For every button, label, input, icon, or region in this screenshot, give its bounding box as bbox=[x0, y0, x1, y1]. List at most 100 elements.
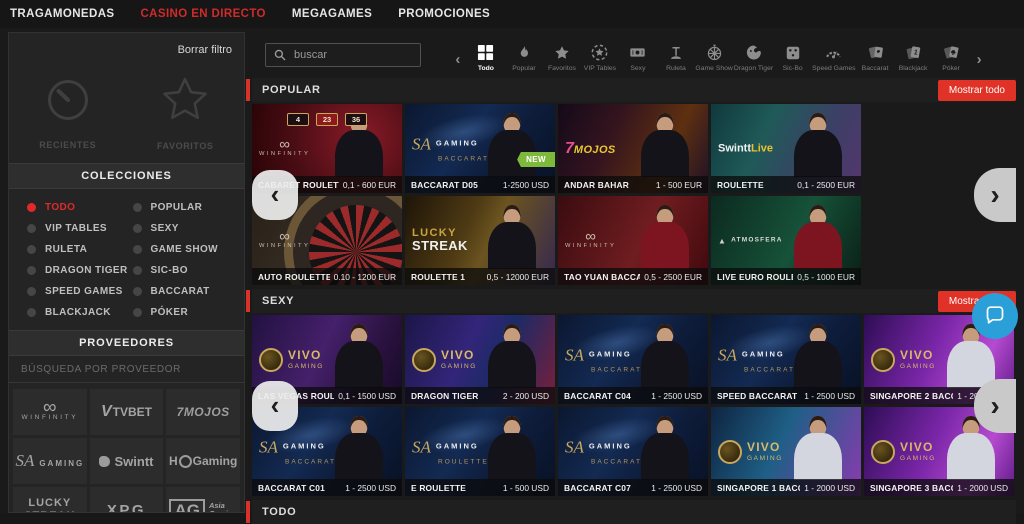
provider-logo-vivo: VIVO GAMING bbox=[259, 347, 324, 372]
provider-logo-vivo: VIVO GAMING bbox=[412, 347, 477, 372]
game-card[interactable]: 7MOJOS ANDAR BAHAR 1 - 500 EUR bbox=[558, 104, 708, 193]
dealer-silhouette bbox=[481, 200, 543, 270]
game-stakes: 0,5 - 2500 EUR bbox=[644, 271, 702, 282]
show-all-button[interactable]: Mostrar todo bbox=[937, 79, 1016, 101]
provider-tile-mojos[interactable]: 7MOJOS bbox=[166, 389, 240, 435]
category-item-dragon-tiger[interactable]: Dragon Tiger bbox=[734, 44, 773, 72]
category-next-icon[interactable]: › bbox=[971, 44, 988, 67]
category-item-póker[interactable]: Póker bbox=[933, 44, 970, 72]
collection-label: RULETA bbox=[45, 243, 88, 255]
category-label: Speed Games bbox=[812, 65, 856, 72]
provider-tile-xpg[interactable]: XPG bbox=[89, 487, 164, 512]
category-item-blackjack[interactable]: 1 Blackjack bbox=[895, 44, 932, 72]
game-card[interactable]: SA GAMING BACCARAT BACCARAT C07 1 - 2500 U… bbox=[558, 407, 708, 496]
top-nav-items: TRAGAMONEDAS CASINO EN DIRECTO MEGAGAMES… bbox=[10, 8, 490, 20]
carousel-next-button[interactable]: › bbox=[974, 378, 1016, 433]
game-card[interactable]: SAGAMINGBACCARAT SPEED BACCARAT C08 1 - … bbox=[711, 315, 861, 404]
game-label-bar: ROULETTE 0,1 - 2500 EUR bbox=[711, 176, 861, 193]
game-card[interactable]: ▲ATMOSFERA LIVE EURO ROULETTE 0,5 - 1000… bbox=[711, 196, 861, 285]
collection-label: SPEED GAMES bbox=[45, 285, 123, 297]
radio-bullet-icon bbox=[27, 265, 36, 275]
game-label-bar: AUTO ROULETTE 0.10 - 1200 EUR bbox=[252, 268, 402, 285]
carousel-prev-button[interactable]: ‹ bbox=[252, 380, 298, 431]
game-card[interactable]: LUCKY STREAK ROULETTE 1 0,5 - 12000 EUR bbox=[405, 196, 555, 285]
game-name: E ROULETTE bbox=[411, 482, 467, 493]
provider-tile-ag[interactable]: AGAsiaGaming bbox=[166, 487, 240, 512]
providers-grid: ∞ WINFINITY VTVBET 7MOJOS SA GAMING Swintt H Gam… bbox=[9, 383, 244, 512]
collection-item[interactable]: DRAGON TIGER bbox=[27, 264, 133, 276]
nav-item[interactable]: MEGAGAMES bbox=[292, 8, 372, 20]
game-section-popular: POPULAR Mostrar todo ∞WINFINITY42336 CAB… bbox=[246, 78, 1016, 285]
collection-item[interactable]: RULETA bbox=[27, 243, 133, 255]
game-stakes: 0,5 - 12000 EUR bbox=[486, 271, 549, 282]
search-box bbox=[265, 43, 421, 67]
collection-item[interactable]: SPEED GAMES bbox=[27, 285, 133, 297]
collection-item[interactable]: SEXY bbox=[132, 222, 239, 234]
category-item-game-show[interactable]: Game Show bbox=[695, 44, 733, 72]
favorites-filter-tile[interactable]: FAVORITOS bbox=[127, 63, 245, 163]
collection-item[interactable]: POPULAR bbox=[132, 201, 239, 213]
category-item-popular[interactable]: Popular bbox=[505, 44, 542, 72]
category-label: Baccarat bbox=[861, 65, 889, 72]
category-item-favoritos[interactable]: Favoritos bbox=[543, 44, 580, 72]
game-label-bar: DRAGON TIGER 2 - 200 USD bbox=[405, 387, 555, 404]
radio-bullet-icon bbox=[132, 244, 142, 254]
radio-bullet-icon bbox=[132, 265, 142, 275]
collection-item[interactable]: TODO bbox=[27, 201, 133, 213]
provider-logo-winfinity: ∞ WINFINITY bbox=[565, 227, 617, 249]
game-card[interactable]: SA GAMING ROULETTE E ROULETTE 1 - 500 USD bbox=[405, 407, 555, 496]
game-card[interactable]: SwinttLive ROULETTE 0,1 - 2500 EUR bbox=[711, 104, 861, 193]
game-card[interactable]: ∞WINFINITY TAO YUAN BACCARA... 0,5 - 250… bbox=[558, 196, 708, 285]
category-prev-icon[interactable]: ‹ bbox=[449, 44, 466, 67]
top-nav: TRAGAMONEDAS CASINO EN DIRECTO MEGAGAMES… bbox=[0, 0, 1024, 28]
game-stakes: 1 - 2500 USD bbox=[345, 482, 396, 493]
collection-item[interactable]: GAME SHOW bbox=[132, 243, 239, 255]
provider-logo-sa: SA GAMING ROULETTE bbox=[412, 436, 489, 466]
provider-tile-ho[interactable]: H Gaming bbox=[166, 438, 240, 484]
category-item-todo[interactable]: Todo bbox=[467, 44, 504, 72]
provider-tile-lucky[interactable]: LUCKYSTREAK bbox=[13, 487, 87, 512]
recent-filter-tile[interactable]: RECIENTES bbox=[9, 63, 127, 163]
nav-item[interactable]: CASINO EN DIRECTO bbox=[140, 8, 265, 20]
game-stakes: 0.10 - 1200 EUR bbox=[333, 271, 396, 282]
nav-item[interactable]: TRAGAMONEDAS bbox=[10, 8, 114, 20]
dice-icon bbox=[785, 44, 801, 61]
radio-bullet-icon bbox=[132, 286, 142, 296]
category-item-sexy[interactable]: Sexy bbox=[619, 44, 656, 72]
section-header: SEXY Mostrar todo bbox=[246, 289, 1016, 313]
collection-item[interactable]: SIC-BO bbox=[132, 264, 239, 276]
game-label-bar: LIVE EURO ROULETTE 0,5 - 1000 EUR bbox=[711, 268, 861, 285]
dealer-silhouette bbox=[634, 108, 696, 178]
search-input[interactable] bbox=[292, 48, 406, 62]
chat-bubble-icon bbox=[983, 304, 1007, 328]
game-stakes: 1 - 2500 USD bbox=[651, 390, 702, 401]
provider-tile-winfinity[interactable]: ∞ WINFINITY bbox=[13, 389, 87, 435]
collection-item[interactable]: BLACKJACK bbox=[27, 306, 133, 318]
category-item-speed-games[interactable]: Speed Games bbox=[812, 44, 856, 72]
category-item-vip-tables[interactable]: VIP Tables bbox=[581, 44, 618, 72]
game-card[interactable]: SA GAMING BACCARAT BACCARAT C04 1 - 2500 U… bbox=[558, 315, 708, 404]
category-item-baccarat[interactable]: Baccarat bbox=[857, 44, 894, 72]
collection-item[interactable]: PÓKER bbox=[132, 306, 239, 318]
game-card[interactable]: SA GAMING BACCARAT BACCARAT D05 1-2500 USD… bbox=[405, 104, 555, 193]
category-label: Todo bbox=[477, 65, 494, 72]
provider-tile-sa[interactable]: SA GAMING bbox=[13, 438, 87, 484]
chat-button[interactable] bbox=[972, 293, 1018, 339]
category-item-sic-bo[interactable]: Sic-Bo bbox=[774, 44, 811, 72]
quick-filters: RECIENTES FAVORITOS bbox=[9, 63, 244, 163]
clear-filter-link[interactable]: Borrar filtro bbox=[178, 44, 232, 56]
category-label: Popular bbox=[512, 65, 536, 72]
category-item-ruleta[interactable]: Ruleta bbox=[657, 44, 694, 72]
carousel-prev-button[interactable]: ‹ bbox=[252, 169, 298, 220]
game-card[interactable]: VIVO GAMING DRAGON TIGER 2 - 200 USD bbox=[405, 315, 555, 404]
provider-search-input[interactable]: BÚSQUEDA POR PROVEEDOR bbox=[9, 356, 244, 383]
nav-item[interactable]: PROMOCIONES bbox=[398, 8, 490, 20]
carousel-next-button[interactable]: › bbox=[974, 167, 1016, 222]
provider-tile-swintt[interactable]: Swintt bbox=[89, 438, 164, 484]
collection-item[interactable]: VIP TABLES bbox=[27, 222, 133, 234]
game-card[interactable]: VIVOGAMING SINGAPORE 1 BACCA... 1 - 2000… bbox=[711, 407, 861, 496]
collection-item[interactable]: BACCARAT bbox=[132, 285, 239, 297]
game-name: AUTO ROULETTE bbox=[258, 271, 330, 282]
collection-label: BACCARAT bbox=[150, 285, 210, 297]
provider-tile-tvbet[interactable]: VTVBET bbox=[89, 389, 164, 435]
